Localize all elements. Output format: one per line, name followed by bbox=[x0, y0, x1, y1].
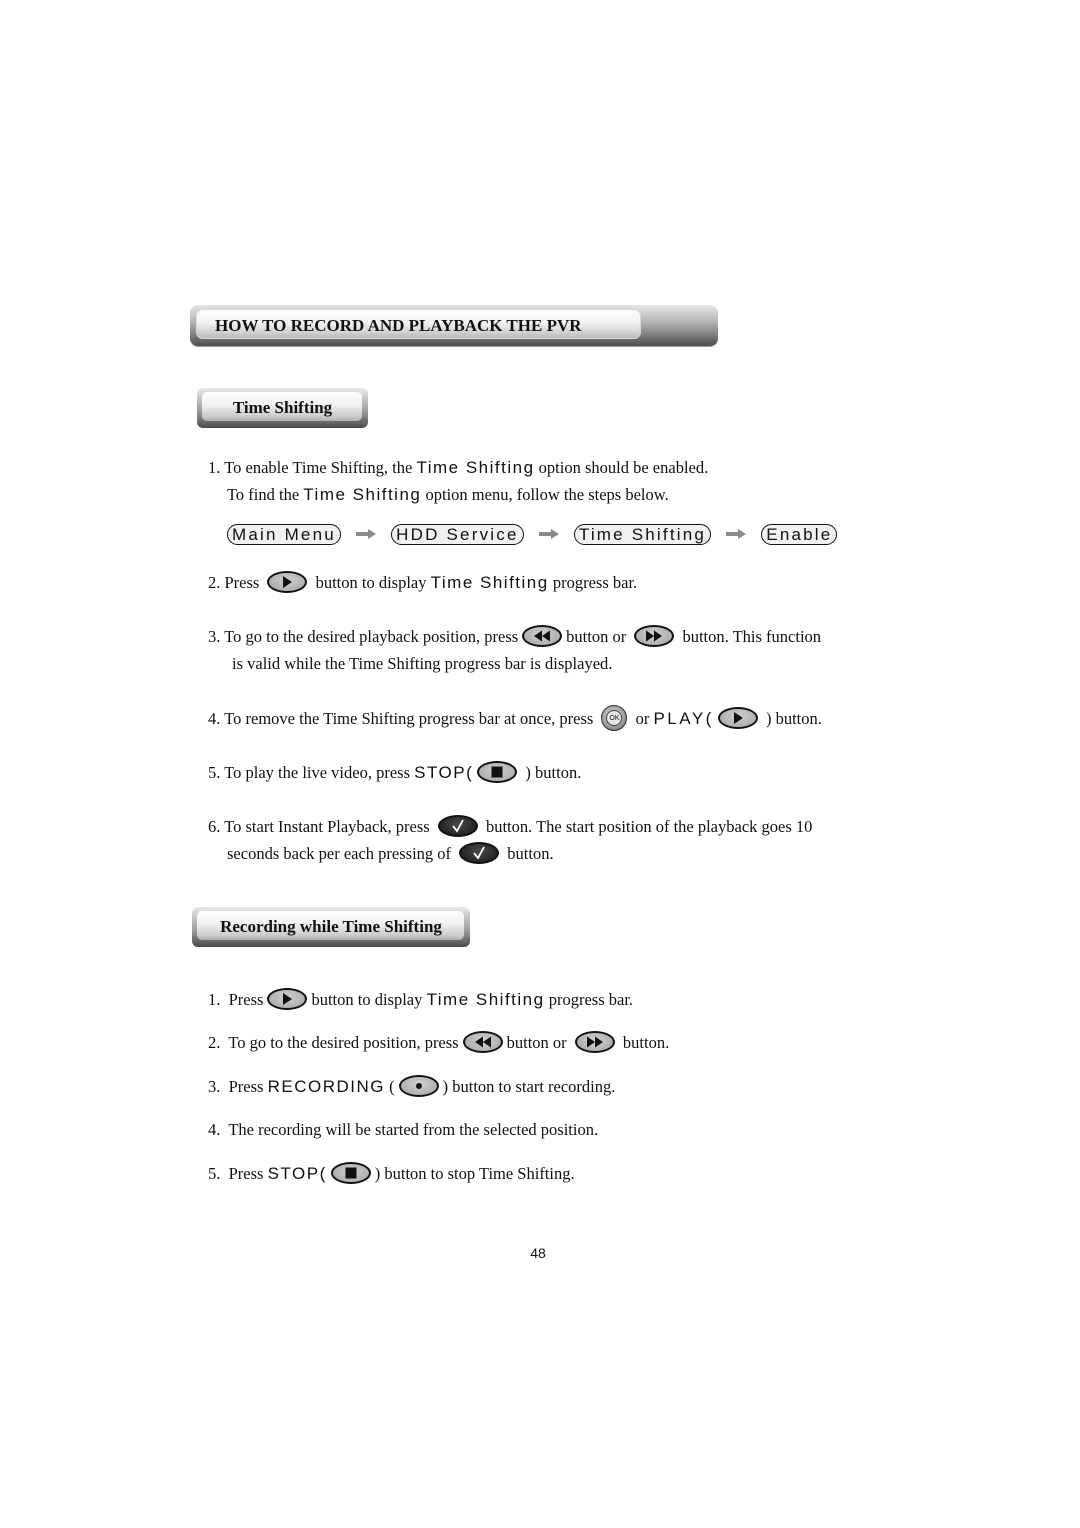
stop-button-icon bbox=[477, 761, 518, 784]
keyword: Time Shifting bbox=[430, 573, 549, 592]
keyword: STOP( bbox=[267, 1164, 327, 1183]
menu-path-item: HDD Service bbox=[391, 523, 524, 545]
keyword: RECORDING bbox=[267, 1077, 385, 1096]
ts-step-3-line-2: is valid while the Time Shifting progres… bbox=[232, 654, 613, 673]
stop-button-icon bbox=[330, 1162, 371, 1185]
menu-path-item: Enable bbox=[761, 523, 838, 545]
ts-step-6-line-2: seconds back per each pressing of button… bbox=[227, 842, 554, 865]
ts-step-1-line-1: 1. To enable Time Shifting, the Time Shi… bbox=[208, 458, 709, 477]
play-button-icon bbox=[267, 988, 308, 1011]
rec-step-3: 3. Press RECORDING () button to start re… bbox=[208, 1075, 616, 1098]
play-button-icon bbox=[267, 571, 308, 594]
keyword: Time Shifting bbox=[303, 485, 422, 504]
rewind-button-icon bbox=[462, 1031, 503, 1054]
subsection-banner-recording: Recording while Time Shifting bbox=[192, 907, 470, 947]
subsection-title: Recording while Time Shifting bbox=[220, 917, 442, 936]
keyword: Time Shifting bbox=[426, 990, 545, 1009]
keyword: PLAY( bbox=[653, 708, 714, 728]
rec-step-1: 1. Press button to display Time Shifting … bbox=[208, 988, 634, 1011]
arrow-right-icon bbox=[356, 522, 377, 546]
ts-step-4: 4. To remove the Time Shifting progress … bbox=[208, 705, 822, 733]
rec-step-2: 2. To go to the desired position, press b… bbox=[208, 1031, 670, 1054]
menu-path: Main Menu HDD Service Time Shifting Enab… bbox=[227, 521, 838, 546]
subsection-title: Time Shifting bbox=[232, 398, 333, 417]
ts-step-3-line-1: 3. To go to the desired playback positio… bbox=[208, 625, 822, 648]
arrow-right-icon bbox=[538, 522, 559, 546]
ts-step-1-line-2: To find the Time Shifting option menu, f… bbox=[227, 485, 669, 504]
ts-step-2: 2. Press button to display Time Shifting… bbox=[208, 571, 638, 594]
play-button-icon bbox=[717, 707, 758, 729]
subsection-banner-time-shifting: Time Shifting bbox=[197, 388, 368, 428]
ok-button-icon: OK bbox=[601, 705, 628, 731]
record-button-icon bbox=[398, 1075, 439, 1098]
keyword: STOP( bbox=[414, 763, 474, 782]
section-banner: HOW TO RECORD AND PLAYBACK THE PVR bbox=[190, 305, 718, 346]
keyword: Time Shifting bbox=[416, 458, 535, 477]
ts-step-6-line-1: 6. To start Instant Playback, press butt… bbox=[208, 815, 813, 838]
page-title: HOW TO RECORD AND PLAYBACK THE PVR bbox=[215, 316, 582, 335]
rewind-button-icon bbox=[522, 625, 563, 648]
arrow-right-icon bbox=[726, 522, 747, 546]
rec-step-4: 4. The recording will be started from th… bbox=[208, 1120, 599, 1139]
fast-forward-button-icon bbox=[634, 625, 675, 648]
menu-path-item: Time Shifting bbox=[573, 523, 712, 545]
fast-forward-button-icon bbox=[574, 1031, 615, 1054]
menu-path-item: Main Menu bbox=[227, 523, 341, 545]
ts-step-5: 5. To play the live video, press STOP( )… bbox=[208, 761, 582, 784]
rec-step-5: 5. Press STOP() button to stop Time Shif… bbox=[208, 1162, 575, 1185]
check-button-icon bbox=[459, 842, 500, 865]
check-button-icon bbox=[437, 815, 478, 838]
page-number: 48 bbox=[530, 1245, 546, 1261]
